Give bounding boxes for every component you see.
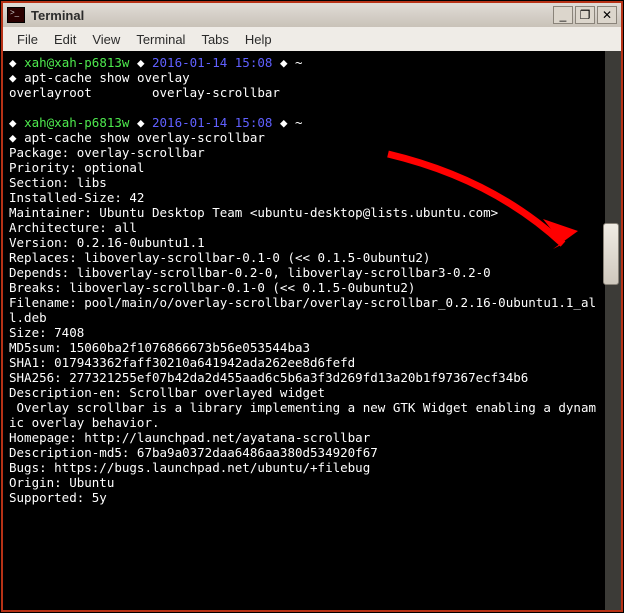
pkg-line: Size: 7408 xyxy=(9,325,84,340)
terminal-app-icon xyxy=(7,7,25,23)
prompt-timestamp: 2016-01-14 15:08 xyxy=(152,55,272,70)
menu-tabs[interactable]: Tabs xyxy=(193,30,236,49)
prompt-user: xah@xah-p6813w xyxy=(24,55,129,70)
titlebar[interactable]: Terminal _ ❐ ✕ xyxy=(1,1,623,27)
menu-view[interactable]: View xyxy=(84,30,128,49)
close-button[interactable]: ✕ xyxy=(597,6,617,24)
pkg-line: Supported: 5y xyxy=(9,490,107,505)
cmd-2: ◆ apt-cache show overlay-scrollbar xyxy=(9,130,265,145)
terminal-area: ◆ xah@xah-p6813w ◆ 2016-01-14 15:08 ◆ ~ … xyxy=(1,51,623,612)
pkg-line: SHA256: 277321255ef07b42da2d455aad6c5b6a… xyxy=(9,370,528,385)
pkg-line: Bugs: https://bugs.launchpad.net/ubuntu/… xyxy=(9,460,370,475)
menu-file[interactable]: File xyxy=(9,30,46,49)
terminal-window: Terminal _ ❐ ✕ File Edit View Terminal T… xyxy=(0,0,624,613)
pkg-line: Version: 0.2.16-0ubuntu1.1 xyxy=(9,235,205,250)
prompt-timestamp: 2016-01-14 15:08 xyxy=(152,115,272,130)
pkg-line: SHA1: 017943362faff30210a641942ada262ee8… xyxy=(9,355,355,370)
pkg-line: Priority: optional xyxy=(9,160,144,175)
pkg-line: Package: overlay-scrollbar xyxy=(9,145,205,160)
terminal-output[interactable]: ◆ xah@xah-p6813w ◆ 2016-01-14 15:08 ◆ ~ … xyxy=(3,51,605,610)
pkg-line: Installed-Size: 42 xyxy=(9,190,144,205)
menu-terminal[interactable]: Terminal xyxy=(128,30,193,49)
pkg-line: Architecture: all xyxy=(9,220,137,235)
prompt-2: ◆ xah@xah-p6813w ◆ 2016-01-14 15:08 ◆ ~ xyxy=(9,115,303,130)
prompt-1: ◆ xah@xah-p6813w ◆ 2016-01-14 15:08 ◆ ~ xyxy=(9,55,303,70)
out-1: overlayroot overlay-scrollbar xyxy=(9,85,280,100)
pkg-line: Homepage: http://launchpad.net/ayatana-s… xyxy=(9,430,370,445)
pkg-line: Breaks: liboverlay-scrollbar-0.1-0 (<< 0… xyxy=(9,280,415,295)
pkg-line: Origin: Ubuntu xyxy=(9,475,114,490)
pkg-line: Section: libs xyxy=(9,175,107,190)
window-title: Terminal xyxy=(31,8,547,23)
pkg-line: MD5sum: 15060ba2f1076866673b56e053544ba3 xyxy=(9,340,310,355)
scrollbar-track[interactable] xyxy=(605,51,621,610)
pkg-line: Filename: pool/main/o/overlay-scrollbar/… xyxy=(9,295,596,325)
pkg-line: Depends: liboverlay-scrollbar-0.2-0, lib… xyxy=(9,265,491,280)
menu-help[interactable]: Help xyxy=(237,30,280,49)
menu-edit[interactable]: Edit xyxy=(46,30,84,49)
pkg-line: Replaces: liboverlay-scrollbar-0.1-0 (<<… xyxy=(9,250,430,265)
scrollbar-thumb[interactable] xyxy=(603,223,619,285)
pkg-line: Overlay scrollbar is a library implement… xyxy=(9,400,596,430)
menubar: File Edit View Terminal Tabs Help xyxy=(1,27,623,51)
cmd-1: ◆ apt-cache show overlay xyxy=(9,70,190,85)
minimize-button[interactable]: _ xyxy=(553,6,573,24)
pkg-line: Description-en: Scrollbar overlayed widg… xyxy=(9,385,325,400)
maximize-button[interactable]: ❐ xyxy=(575,6,595,24)
pkg-line: Maintainer: Ubuntu Desktop Team <ubuntu-… xyxy=(9,205,498,220)
prompt-user: xah@xah-p6813w xyxy=(24,115,129,130)
pkg-line: Description-md5: 67ba9a0372daa6486aa380d… xyxy=(9,445,378,460)
window-controls: _ ❐ ✕ xyxy=(553,6,617,24)
